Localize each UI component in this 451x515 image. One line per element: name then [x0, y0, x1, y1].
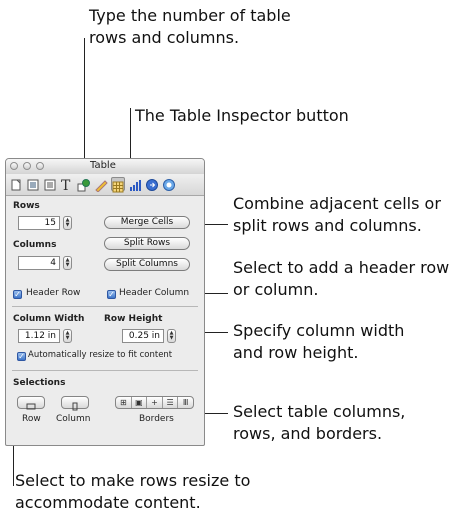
- horizontal-borders-icon[interactable]: ☰: [163, 397, 179, 408]
- callout-header: Select to add a header row or column.: [233, 258, 450, 299]
- column-button-label: Column: [56, 414, 91, 424]
- inner-border-icon[interactable]: +: [147, 397, 163, 408]
- separator-2: [12, 370, 198, 371]
- header-row-checkbox[interactable]: ✓: [13, 290, 22, 299]
- link-inspector-icon[interactable]: [145, 177, 159, 191]
- graphic-inspector-icon[interactable]: [77, 177, 91, 192]
- callout-selections: Select table columns, rows, and borders.: [233, 402, 406, 443]
- table-inspector-icon[interactable]: [111, 177, 125, 193]
- document-inspector-icon[interactable]: [9, 177, 23, 191]
- column-width-field[interactable]: 1.12 in: [18, 329, 60, 343]
- row-button-label: Row: [22, 414, 41, 424]
- columns-stepper[interactable]: ▲ ▼: [63, 256, 72, 270]
- separator-1: [12, 306, 198, 307]
- table-inspector-window: Table T Rows 15 ▲ ▼ Columns 4 ▲ ▼ Merge …: [5, 158, 205, 446]
- outer-border-icon[interactable]: ▣: [132, 397, 148, 408]
- zoom-window-button[interactable]: [36, 162, 44, 170]
- select-column-button[interactable]: [61, 396, 89, 411]
- split-rows-button[interactable]: Split Rows: [104, 237, 190, 250]
- borders-segmented-control[interactable]: ⊞ ▣ + ☰ Ⅲ: [115, 396, 194, 409]
- window-title: Table: [90, 160, 116, 171]
- column-width-stepper[interactable]: ▲ ▼: [63, 329, 72, 343]
- columns-label: Columns: [13, 240, 57, 250]
- text-inspector-icon[interactable]: T: [60, 177, 74, 194]
- rows-label: Rows: [13, 201, 40, 211]
- split-columns-button[interactable]: Split Columns: [104, 258, 190, 271]
- callout-inspector-button: The Table Inspector button: [135, 106, 349, 125]
- header-column-checkbox[interactable]: ✓: [107, 290, 116, 299]
- row-height-label: Row Height: [104, 314, 163, 324]
- rows-stepper[interactable]: ▲ ▼: [63, 216, 72, 230]
- header-row-label: Header Row: [26, 288, 81, 298]
- inspector-toolbar: T: [6, 174, 204, 196]
- row-height-field[interactable]: 0.25 in: [122, 329, 164, 343]
- callout-merge-split: Combine adjacent cells or split rows and…: [233, 194, 441, 235]
- quicktime-inspector-icon[interactable]: [162, 177, 176, 191]
- vertical-borders-icon[interactable]: Ⅲ: [178, 397, 193, 408]
- header-column-label: Header Column: [119, 288, 190, 298]
- rows-field[interactable]: 15: [18, 216, 60, 230]
- selections-label: Selections: [13, 378, 66, 388]
- columns-field[interactable]: 4: [18, 256, 60, 270]
- merge-cells-button[interactable]: Merge Cells: [104, 216, 190, 229]
- callout-width-height: Specify column width and row height.: [233, 321, 405, 362]
- callout-rows-columns: Type the number of table rows and column…: [89, 6, 291, 47]
- layout-inspector-icon[interactable]: [26, 177, 40, 191]
- column-width-label: Column Width: [13, 314, 85, 324]
- borders-label: Borders: [139, 414, 174, 424]
- svg-text:T: T: [61, 178, 71, 192]
- callout-auto-resize: Select to make rows resize to accommodat…: [15, 471, 251, 512]
- chart-inspector-icon[interactable]: [128, 177, 142, 191]
- wrap-inspector-icon[interactable]: [43, 177, 57, 191]
- minimize-window-button[interactable]: [23, 162, 31, 170]
- title-bar[interactable]: Table: [6, 159, 204, 174]
- row-height-stepper[interactable]: ▲ ▼: [167, 329, 176, 343]
- close-window-button[interactable]: [10, 162, 18, 170]
- auto-resize-checkbox[interactable]: ✓: [17, 352, 26, 361]
- all-borders-icon[interactable]: ⊞: [116, 397, 132, 408]
- metrics-inspector-icon[interactable]: [94, 177, 108, 193]
- select-row-button[interactable]: [17, 396, 45, 410]
- auto-resize-label: Automatically resize to fit content: [28, 350, 173, 360]
